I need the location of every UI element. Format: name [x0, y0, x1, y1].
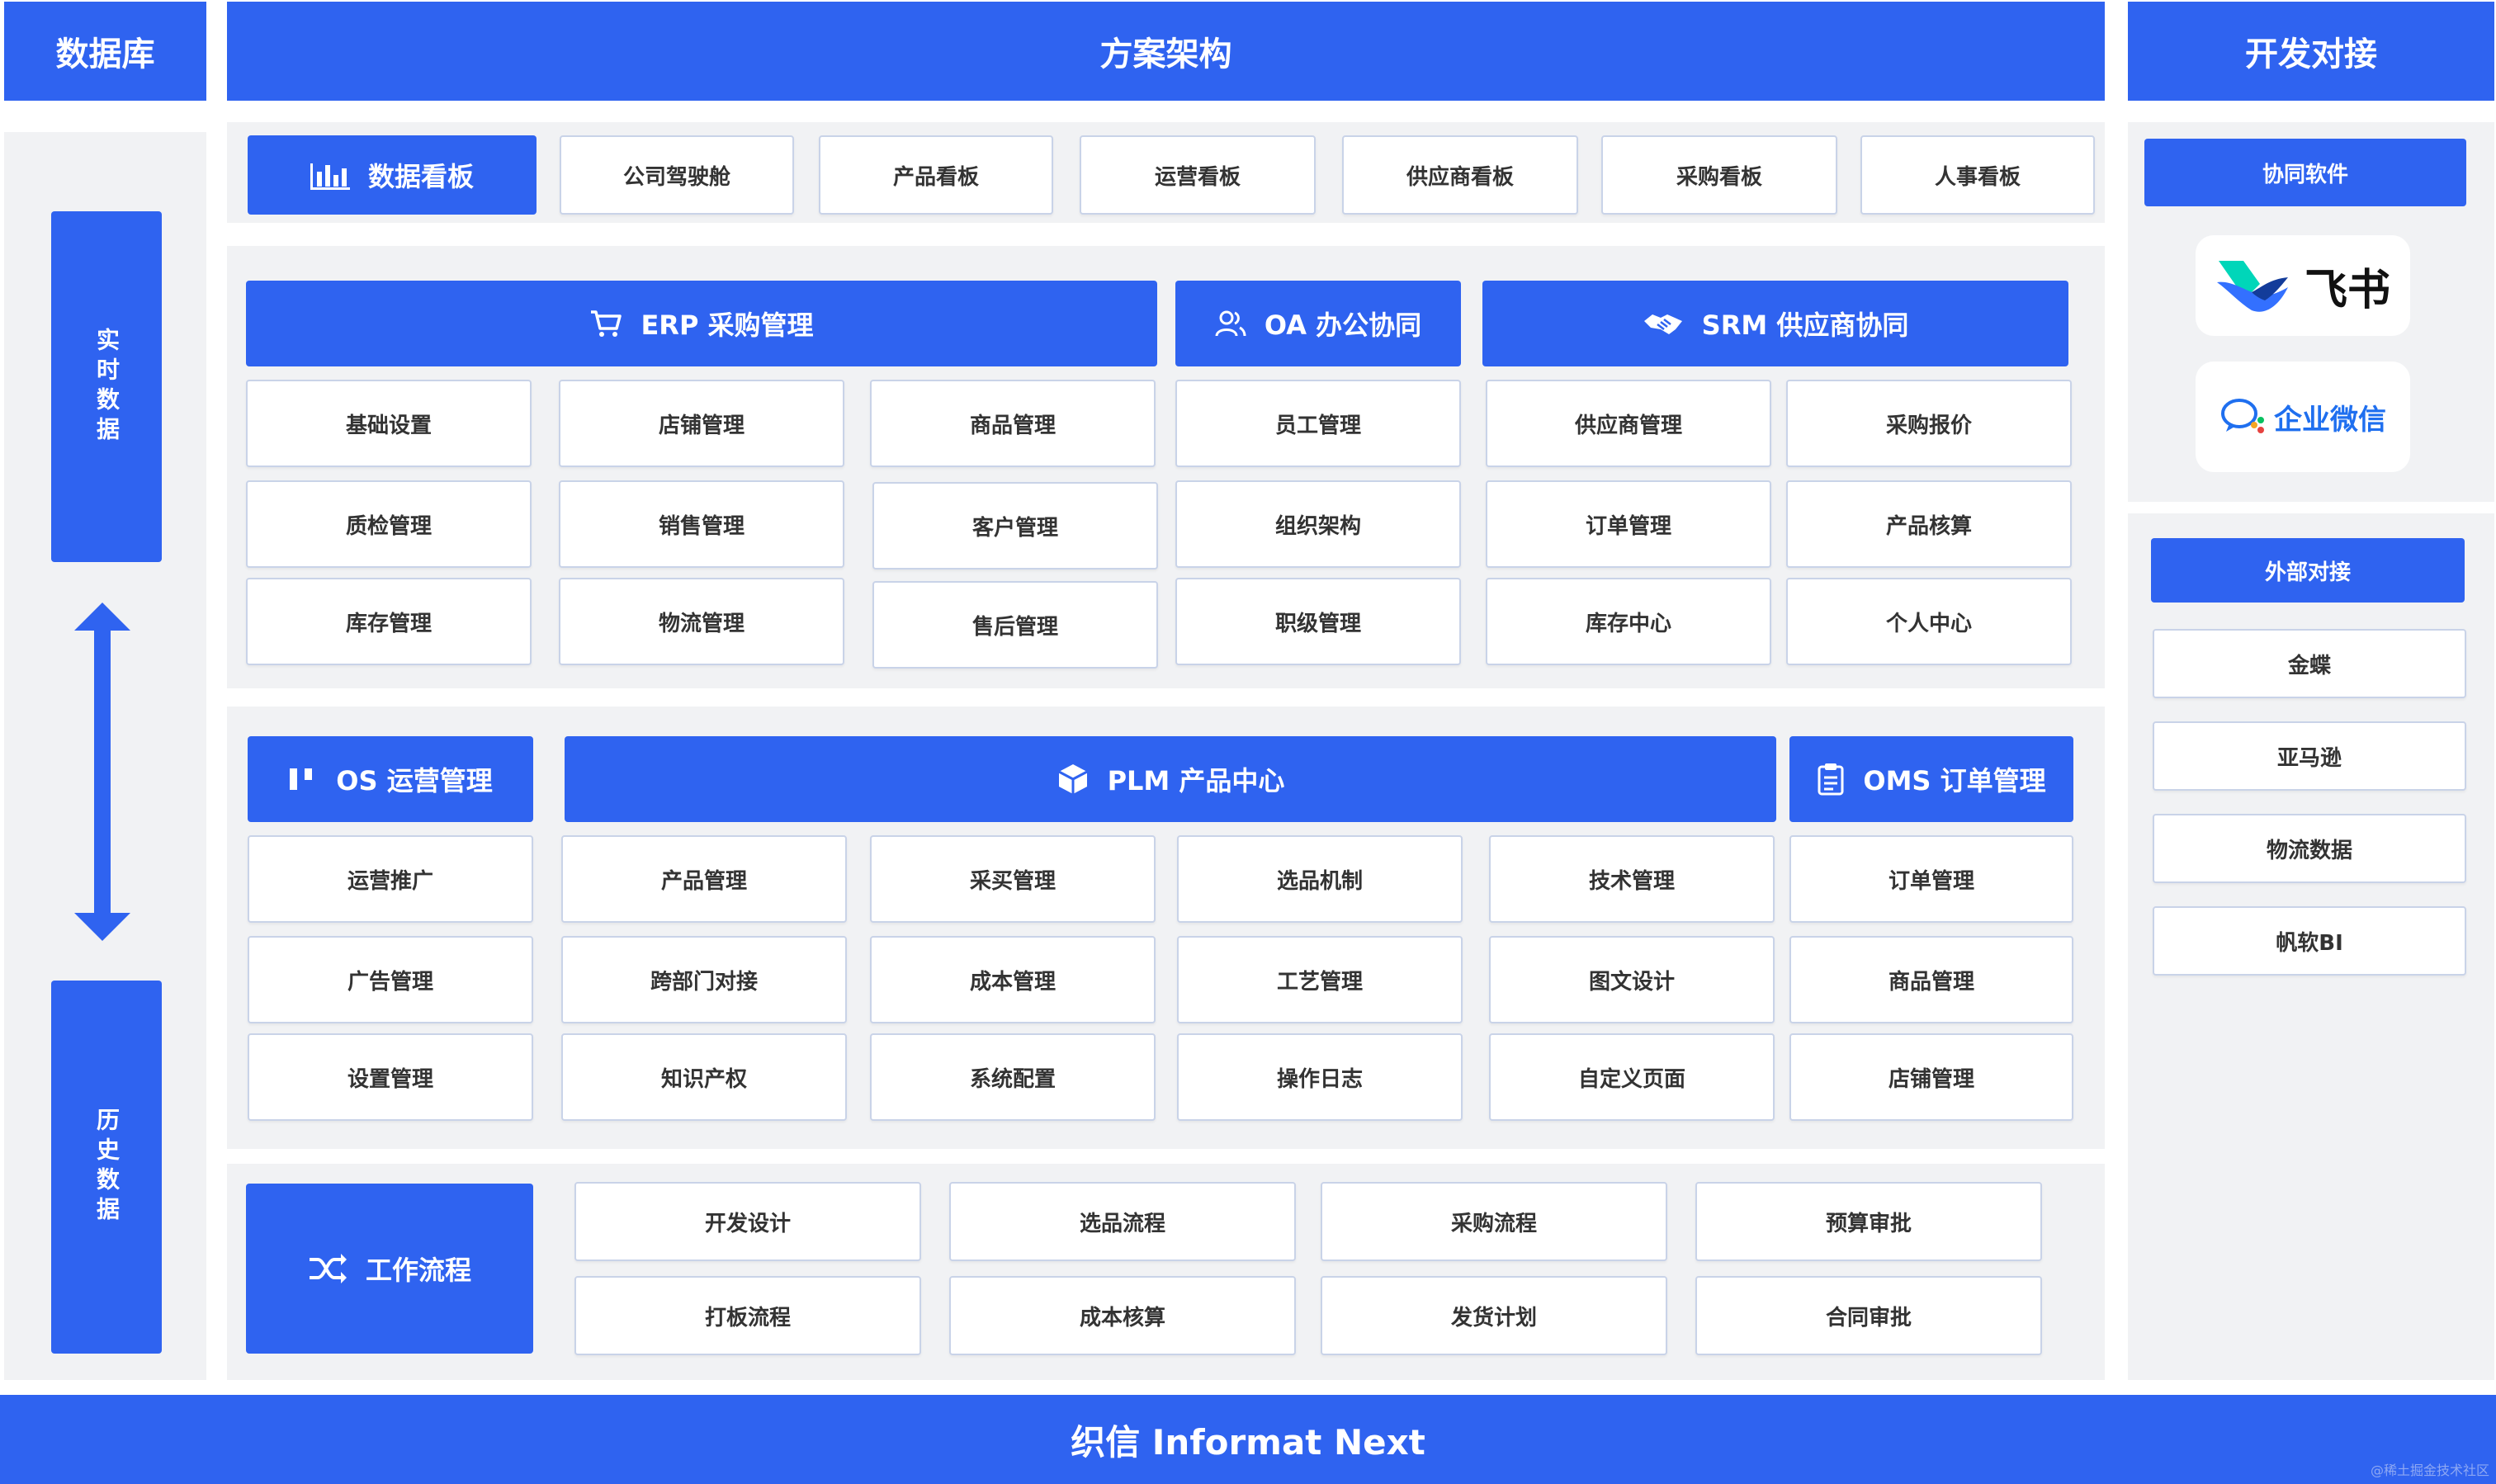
workflow-item[interactable]: 预算审批 — [1695, 1182, 2042, 1261]
workflow-item[interactable]: 发货计划 — [1321, 1276, 1667, 1355]
oms-item[interactable]: 商品管理 — [1789, 936, 2073, 1023]
clipboard-icon — [1818, 763, 1844, 796]
erp-item[interactable]: 商品管理 — [870, 380, 1156, 467]
os-header: OS 运营管理 — [248, 736, 533, 822]
feishu-icon — [2216, 261, 2288, 312]
double-arrow-icon — [73, 603, 132, 941]
wecom-logo[interactable]: 企业微信 — [2196, 362, 2410, 472]
oms-header: OMS 订单管理 — [1789, 736, 2073, 822]
plm-item[interactable]: 知识产权 — [561, 1033, 847, 1121]
plm-title: PLM 产品中心 — [1107, 765, 1285, 796]
plm-item[interactable]: 操作日志 — [1177, 1033, 1463, 1121]
plm-item[interactable]: 跨部门对接 — [561, 936, 847, 1023]
srm-title: SRM 供应商协同 — [1701, 310, 1909, 341]
plm-item[interactable]: 采买管理 — [870, 835, 1156, 923]
plm-item[interactable]: 技术管理 — [1489, 835, 1775, 923]
erp-item[interactable]: 客户管理 — [872, 482, 1158, 569]
plm-item[interactable]: 自定义页面 — [1489, 1033, 1775, 1121]
database-header: 数据库 — [4, 2, 206, 101]
oa-item[interactable]: 组织架构 — [1175, 480, 1461, 568]
dashboard-item[interactable]: 供应商看板 — [1342, 135, 1578, 215]
erp-item[interactable]: 店铺管理 — [559, 380, 844, 467]
oa-item[interactable]: 员工管理 — [1175, 380, 1461, 467]
erp-item[interactable]: 基础设置 — [246, 380, 532, 467]
os-item[interactable]: 广告管理 — [248, 936, 533, 1023]
plm-item[interactable]: 工艺管理 — [1177, 936, 1463, 1023]
shuffle-icon — [309, 1254, 347, 1283]
feishu-label: 飞书 — [2304, 265, 2390, 315]
dashboard-item[interactable]: 人事看板 — [1860, 135, 2095, 215]
oms-item[interactable]: 订单管理 — [1789, 835, 2073, 923]
workflow-title: 工作流程 — [365, 1255, 471, 1286]
bar-chart-icon — [310, 163, 350, 190]
wecom-label: 企业微信 — [2274, 403, 2386, 437]
external-item[interactable]: 亚马逊 — [2153, 721, 2466, 791]
plm-item[interactable]: 产品管理 — [561, 835, 847, 923]
plm-item[interactable]: 图文设计 — [1489, 936, 1775, 1023]
history-data-block: 历史数据 — [51, 981, 162, 1354]
workflow-item[interactable]: 合同审批 — [1695, 1276, 2042, 1355]
external-item[interactable]: 金蝶 — [2153, 629, 2466, 698]
workflow-item[interactable]: 成本核算 — [949, 1276, 1296, 1355]
workflow-item[interactable]: 打板流程 — [574, 1276, 921, 1355]
srm-item[interactable]: 产品核算 — [1786, 480, 2072, 568]
oa-title: OA 办公协同 — [1264, 310, 1422, 341]
oms-title: OMS 订单管理 — [1863, 765, 2046, 796]
footer-banner: 织信 Informat Next — [0, 1395, 2496, 1484]
oa-item[interactable]: 职级管理 — [1175, 578, 1461, 665]
workflow-item[interactable]: 采购流程 — [1321, 1182, 1667, 1261]
erp-header: ERP 采购管理 — [246, 281, 1157, 366]
srm-item[interactable]: 库存中心 — [1486, 578, 1771, 665]
box-icon — [1057, 764, 1088, 794]
erp-item[interactable]: 库存管理 — [246, 578, 532, 665]
dashboard-item[interactable]: 公司驾驶舱 — [560, 135, 794, 215]
srm-item[interactable]: 供应商管理 — [1486, 380, 1771, 467]
external-header: 外部对接 — [2151, 538, 2465, 603]
plm-item[interactable]: 系统配置 — [870, 1033, 1156, 1121]
dashboard-title: 数据看板 — [367, 161, 474, 192]
srm-item[interactable]: 采购报价 — [1786, 380, 2072, 467]
watermark: @稀土掘金技术社区 — [2370, 1463, 2489, 1478]
dashboard-item[interactable]: 运营看板 — [1080, 135, 1316, 215]
workflow-item[interactable]: 开发设计 — [574, 1182, 921, 1261]
erp-item[interactable]: 销售管理 — [559, 480, 844, 568]
dev-header: 开发对接 — [2128, 2, 2494, 101]
realtime-data-block: 实时数据 — [51, 211, 162, 562]
external-item[interactable]: 物流数据 — [2153, 814, 2466, 883]
handshake-icon — [1643, 314, 1682, 334]
erp-title: ERP 采购管理 — [641, 310, 814, 341]
plm-item[interactable]: 选品机制 — [1177, 835, 1463, 923]
dashboard-header: 数据看板 — [248, 135, 537, 215]
architecture-header: 方案架构 — [227, 2, 2105, 101]
plm-header: PLM 产品中心 — [565, 736, 1776, 822]
oms-item[interactable]: 店铺管理 — [1789, 1033, 2073, 1121]
plm-item[interactable]: 成本管理 — [870, 936, 1156, 1023]
srm-item[interactable]: 个人中心 — [1786, 578, 2072, 665]
os-item[interactable]: 运营推广 — [248, 835, 533, 923]
srm-header: SRM 供应商协同 — [1482, 281, 2068, 366]
erp-item[interactable]: 质检管理 — [246, 480, 532, 568]
wecom-icon — [2221, 399, 2264, 433]
collab-header: 协同软件 — [2144, 139, 2466, 206]
users-icon — [1215, 310, 1246, 337]
workflow-item[interactable]: 选品流程 — [949, 1182, 1296, 1261]
cart-icon — [591, 310, 622, 337]
erp-item[interactable]: 物流管理 — [559, 578, 844, 665]
dashboard-item[interactable]: 产品看板 — [819, 135, 1053, 215]
os-title: OS 运营管理 — [336, 765, 493, 796]
workflow-header: 工作流程 — [246, 1184, 533, 1354]
feishu-logo[interactable]: 飞书 — [2196, 235, 2410, 336]
external-item[interactable]: 帆软BI — [2153, 906, 2466, 976]
kanban-icon — [290, 768, 313, 790]
os-item[interactable]: 设置管理 — [248, 1033, 533, 1121]
erp-item[interactable]: 售后管理 — [872, 581, 1158, 669]
oa-header: OA 办公协同 — [1175, 281, 1461, 366]
srm-item[interactable]: 订单管理 — [1486, 480, 1771, 568]
dashboard-item[interactable]: 采购看板 — [1601, 135, 1837, 215]
